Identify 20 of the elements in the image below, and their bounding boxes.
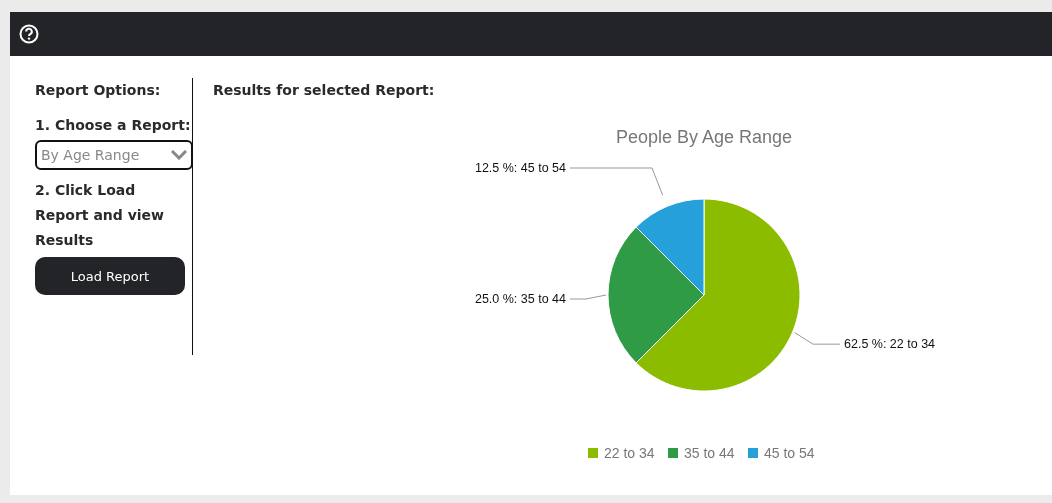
leader-line: [569, 294, 607, 300]
slice-label: 62.5 %: 22 to 34: [844, 337, 936, 352]
load-report-button[interactable]: Load Report: [35, 257, 185, 295]
chart-title: People By Age Range: [615, 127, 793, 147]
slice-label: 25.0 %: 35 to 44: [474, 292, 566, 306]
legend-swatch: [748, 448, 758, 458]
leader-line: [794, 332, 841, 345]
step-label: 1. Choose a Report:: [35, 116, 192, 135]
step-label: 2. Click Load Report and view Results: [35, 181, 166, 250]
section-title: Report Options:: [35, 81, 162, 100]
legend-label: 45 to 54: [764, 445, 815, 461]
chevron-down-icon: [171, 150, 187, 160]
legend-swatch: [588, 448, 598, 458]
legend-label: 35 to 44: [684, 445, 735, 461]
results-title: Results for selected Report:: [213, 81, 436, 100]
help-icon[interactable]: [19, 24, 39, 44]
slice-label: 12.5 %: 45 to 54: [474, 161, 566, 175]
report-select[interactable]: By Age Range: [35, 140, 193, 170]
legend-label: 22 to 34: [604, 445, 655, 461]
legend-swatch: [668, 448, 678, 458]
